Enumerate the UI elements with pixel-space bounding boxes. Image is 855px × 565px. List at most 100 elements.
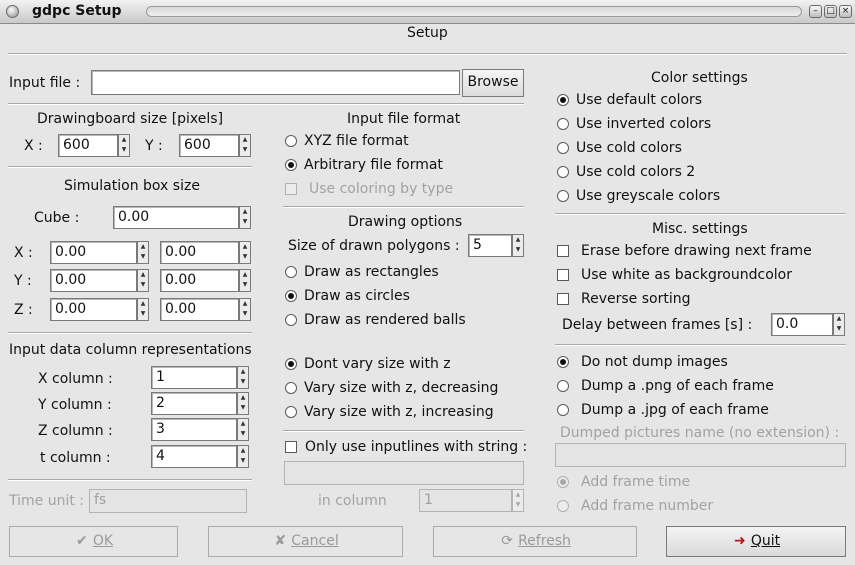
no-dump-label: Do not dump images <box>581 354 728 370</box>
rendered-balls-label: Draw as rendered balls <box>304 312 466 328</box>
inputlines-string-field[interactable] <box>284 461 524 485</box>
browse-button[interactable]: Browse <box>462 69 524 97</box>
cube-stepper[interactable]: 0.00 ▲ ▼ <box>113 206 251 229</box>
rectangles-radio[interactable] <box>285 266 297 278</box>
delay-stepper[interactable]: 0.0 ▲ ▼ <box>771 313 845 336</box>
box-y-label: Y : <box>14 273 32 289</box>
xyz-format-label: XYZ file format <box>304 133 409 149</box>
frame-number-radio[interactable] <box>557 500 569 512</box>
stepper-arrows-icon[interactable]: ▲ ▼ <box>512 234 524 257</box>
t-column-label: t column : <box>40 450 111 466</box>
input-file-label: Input file : <box>9 75 81 91</box>
inputlines-filter-checkbox[interactable] <box>285 441 297 453</box>
x-column-stepper[interactable]: 1 ▲ ▼ <box>151 366 249 389</box>
xyz-format-radio[interactable] <box>285 135 297 147</box>
x-column-label: X column : <box>38 371 113 387</box>
stepper-arrows-icon[interactable]: ▲ ▼ <box>239 269 251 292</box>
stepper-arrows-icon[interactable]: ▲ ▼ <box>237 445 249 468</box>
t-column-stepper[interactable]: 4 ▲ ▼ <box>151 445 249 468</box>
dump-name-label: Dumped pictures name (no extension) : <box>560 425 840 441</box>
cold-colors-2-radio[interactable] <box>557 166 569 178</box>
cube-label: Cube : <box>34 210 80 226</box>
box-z-min-stepper[interactable]: 0.00 ▲ ▼ <box>50 298 149 321</box>
refresh-icon: ⟳ <box>501 533 513 549</box>
stepper-arrows-icon[interactable]: ▲ ▼ <box>118 134 130 157</box>
stepper-arrows-icon[interactable]: ▲ ▼ <box>239 206 251 229</box>
box-x-min-stepper[interactable]: 0.00 ▲ ▼ <box>50 241 149 264</box>
box-y-max-stepper[interactable]: 0.00 ▲ ▼ <box>160 269 251 292</box>
stepper-arrows-icon[interactable]: ▲ ▼ <box>237 418 249 441</box>
greyscale-colors-radio[interactable] <box>557 190 569 202</box>
rendered-balls-radio[interactable] <box>285 314 297 326</box>
stepper-arrows-icon[interactable]: ▲ ▼ <box>137 241 149 264</box>
frame-time-radio[interactable] <box>557 476 569 488</box>
dont-vary-size-label: Dont vary size with z <box>304 356 451 372</box>
white-background-checkbox[interactable] <box>557 269 569 281</box>
circles-label: Draw as circles <box>304 288 410 304</box>
board-y-label: Y : <box>145 138 163 154</box>
ok-button[interactable]: ✔ OK <box>9 526 178 557</box>
stepper-arrows-icon[interactable]: ▲ ▼ <box>239 241 251 264</box>
dump-jpg-label: Dump a .jpg of each frame <box>581 402 769 418</box>
divider <box>8 479 252 481</box>
no-dump-radio[interactable] <box>557 356 569 368</box>
board-x-stepper[interactable]: 600 ▲ ▼ <box>58 134 130 157</box>
box-x-max-stepper[interactable]: 0.00 ▲ ▼ <box>160 241 251 264</box>
coloring-by-type-checkbox[interactable] <box>285 183 297 195</box>
reverse-sorting-checkbox[interactable] <box>557 293 569 305</box>
arbitrary-format-label: Arbitrary file format <box>304 157 443 173</box>
color-settings-title: Color settings <box>651 70 748 86</box>
stepper-arrows-icon[interactable]: ▲ ▼ <box>137 298 149 321</box>
frame-time-label: Add frame time <box>581 474 691 490</box>
cancel-button[interactable]: ✘ Cancel <box>208 526 403 557</box>
inverted-colors-label: Use inverted colors <box>576 116 712 132</box>
arbitrary-format-radio[interactable] <box>285 159 297 171</box>
quit-button[interactable]: ➜ Quit <box>666 526 846 557</box>
title-bar: gdpc Setup – □ × <box>0 0 855 24</box>
z-column-stepper[interactable]: 3 ▲ ▼ <box>151 418 249 441</box>
box-y-min-stepper[interactable]: 0.00 ▲ ▼ <box>50 269 149 292</box>
board-y-stepper[interactable]: 600 ▲ ▼ <box>179 134 251 157</box>
input-file-field[interactable] <box>91 70 460 95</box>
default-colors-radio[interactable] <box>557 94 569 106</box>
stepper-arrows-icon[interactable]: ▲ ▼ <box>137 269 149 292</box>
stepper-arrows-icon[interactable]: ▲ ▼ <box>512 489 524 512</box>
polygon-size-stepper[interactable]: 5 ▲ ▼ <box>468 234 524 257</box>
reverse-sorting-label: Reverse sorting <box>581 291 691 307</box>
vary-increasing-radio[interactable] <box>285 406 297 418</box>
divider <box>8 166 252 168</box>
frame-number-label: Add frame number <box>581 498 714 514</box>
input-format-title: Input file format <box>347 111 461 127</box>
y-column-stepper[interactable]: 2 ▲ ▼ <box>151 392 249 415</box>
stepper-arrows-icon[interactable]: ▲ ▼ <box>833 313 845 336</box>
erase-before-drawing-label: Erase before drawing next frame <box>581 243 812 259</box>
stepper-arrows-icon[interactable]: ▲ ▼ <box>239 134 251 157</box>
stepper-arrows-icon[interactable]: ▲ ▼ <box>237 392 249 415</box>
minimize-icon[interactable]: – <box>809 5 822 18</box>
divider <box>283 430 524 432</box>
close-icon[interactable]: × <box>839 5 852 18</box>
dump-jpg-radio[interactable] <box>557 404 569 416</box>
dump-name-field[interactable] <box>555 443 846 467</box>
white-background-label: Use white as backgroundcolor <box>581 267 792 283</box>
refresh-button[interactable]: ⟳ Refresh <box>433 526 637 557</box>
inverted-colors-radio[interactable] <box>557 118 569 130</box>
in-column-stepper[interactable]: 1 ▲ ▼ <box>419 489 524 512</box>
box-z-max-stepper[interactable]: 0.00 ▲ ▼ <box>160 298 251 321</box>
window-menu-icon[interactable] <box>6 5 19 18</box>
vary-decreasing-radio[interactable] <box>285 382 297 394</box>
z-column-label: Z column : <box>38 423 113 439</box>
inputlines-filter-label: Only use inputlines with string : <box>305 439 528 455</box>
stepper-arrows-icon[interactable]: ▲ ▼ <box>239 298 251 321</box>
circles-radio[interactable] <box>285 290 297 302</box>
stepper-arrows-icon[interactable]: ▲ ▼ <box>237 366 249 389</box>
delay-label: Delay between frames [s] : <box>562 317 753 333</box>
columns-title: Input data column representations <box>9 342 252 358</box>
maximize-icon[interactable]: □ <box>824 5 837 18</box>
cold-colors-radio[interactable] <box>557 142 569 154</box>
divider <box>555 344 846 346</box>
erase-before-drawing-checkbox[interactable] <box>557 245 569 257</box>
time-unit-field[interactable]: fs <box>89 489 247 513</box>
dont-vary-size-radio[interactable] <box>285 358 297 370</box>
dump-png-radio[interactable] <box>557 380 569 392</box>
